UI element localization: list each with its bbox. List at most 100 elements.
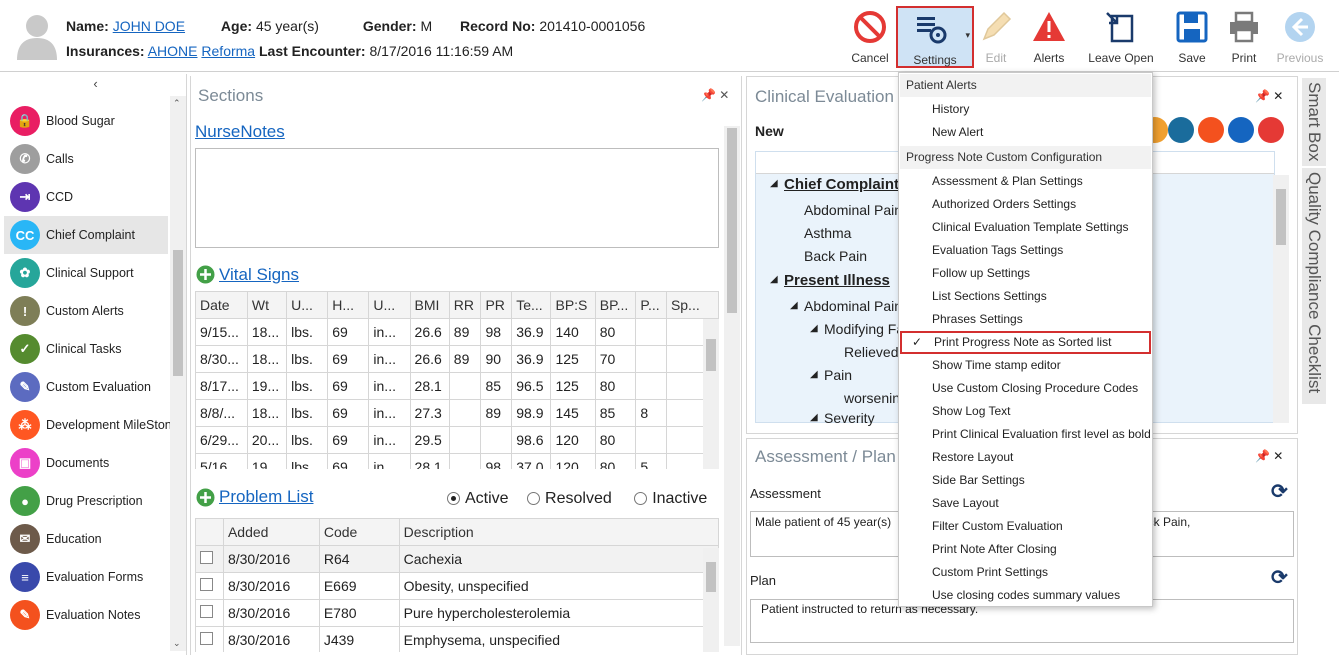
vitals-column-header[interactable]: Te... [511, 291, 552, 319]
menu-item-side-bar-settings[interactable]: Side Bar Settings [900, 469, 1151, 492]
sidebar-item-blood-sugar[interactable]: 🔒 Blood Sugar [4, 102, 168, 140]
menu-item-list-sections-settings[interactable]: List Sections Settings [900, 285, 1151, 308]
problems-column-header[interactable]: Description [398, 518, 719, 546]
sidebar-item-custom-alerts[interactable]: ! Custom Alerts [4, 292, 168, 330]
problems-scroll-thumb[interactable] [706, 562, 716, 592]
vitals-column-header[interactable]: Wt [246, 291, 288, 319]
tree-item[interactable]: Present Illness [784, 272, 890, 289]
tree-expand-icon[interactable]: ◢ [790, 300, 798, 311]
problems-column-header[interactable]: Code [318, 518, 400, 546]
clinical-pin-close-icon[interactable]: 📌 ✕ [1255, 89, 1283, 103]
vitals-scroll-thumb[interactable] [706, 339, 716, 371]
sidebar-item-clinical-support[interactable]: ✿ Clinical Support [4, 254, 168, 292]
tree-item[interactable]: Chief Complaint [784, 176, 899, 193]
tree-item[interactable]: Asthma [804, 225, 851, 241]
menu-item-show-log-text[interactable]: Show Log Text [900, 400, 1151, 423]
sidebar-item-development-mileston[interactable]: ⁂ Development MileSton [4, 406, 172, 444]
sidebar-item-custom-evaluation[interactable]: ✎ Custom Evaluation [4, 368, 168, 406]
vitals-column-header[interactable]: Date [195, 291, 248, 319]
print-button[interactable]: Print [1222, 6, 1266, 68]
row-checkbox[interactable] [200, 605, 213, 618]
menu-item-custom-print-settings[interactable]: Custom Print Settings [900, 561, 1151, 584]
sidebar-item-drug-prescription[interactable]: ● Drug Prescription [4, 482, 168, 520]
menu-item-phrases-settings[interactable]: Phrases Settings [900, 308, 1151, 331]
table-row[interactable]: 5/16 19 lbs 69 in 28.1 98 37.0 120 80 5 [195, 453, 719, 469]
row-checkbox[interactable] [200, 632, 213, 645]
sidebar-item-evaluation-forms[interactable]: ≡ Evaluation Forms [4, 558, 168, 596]
pin-close-icon[interactable]: 📌 ✕ [701, 88, 729, 102]
menu-item-authorized-orders-settings[interactable]: Authorized Orders Settings [900, 193, 1151, 216]
tree-item[interactable]: Abdominal Pain [804, 202, 902, 218]
filter-resolved-radio[interactable]: Resolved [527, 490, 612, 507]
leave-open-button[interactable]: Leave Open [1086, 6, 1156, 68]
menu-item-assessment-plan-settings[interactable]: Assessment & Plan Settings [900, 170, 1151, 193]
add-vital-icon[interactable] [196, 265, 215, 284]
vital-signs-link[interactable]: Vital Signs [219, 265, 299, 285]
vitals-column-header[interactable]: P... [635, 291, 667, 319]
plan-refresh-icon[interactable]: ⟳ [1271, 565, 1288, 590]
table-row[interactable]: 8/30/2016 J439 Emphysema, unspecified [195, 626, 719, 652]
filter-inactive-radio[interactable]: Inactive [634, 490, 707, 507]
tree-item[interactable]: Severity [824, 410, 875, 426]
table-row[interactable]: 9/15... 18... lbs. 69 in... 26.6 89 98 36.9 140 80 [195, 318, 719, 346]
tree-item[interactable]: Back Pain [804, 248, 867, 264]
vitals-column-header[interactable]: PR [480, 291, 513, 319]
table-row[interactable]: 8/17... 19... lbs. 69 in... 28.1 85 96.5 125 80 [195, 372, 719, 400]
table-row[interactable]: 8/8/... 18... lbs. 69 in... 27.3 89 98.9 145 85 8 [195, 399, 719, 427]
sidebar-scroll-thumb[interactable] [173, 250, 183, 376]
menu-item-filter-custom-evaluation[interactable]: Filter Custom Evaluation [900, 515, 1151, 538]
menu-item-follow-up-settings[interactable]: Follow up Settings [900, 262, 1151, 285]
insurance-link-reforma[interactable]: Reforma [201, 43, 255, 59]
tree-expand-icon[interactable]: ◢ [810, 323, 818, 334]
vitals-column-header[interactable]: H... [327, 291, 370, 319]
sidebar-item-evaluation-notes[interactable]: ✎ Evaluation Notes [4, 596, 168, 634]
row-checkbox[interactable] [200, 578, 213, 591]
clinical-scrollbar[interactable] [1273, 175, 1289, 423]
menu-item-save-layout[interactable]: Save Layout [900, 492, 1151, 515]
sections-scroll-thumb[interactable] [727, 128, 737, 313]
vitals-column-header[interactable]: RR [448, 291, 482, 319]
tree-item[interactable]: Pain [824, 367, 852, 383]
problems-scrollbar[interactable] [703, 548, 719, 652]
sidebar-collapse-button[interactable]: ‹ [4, 76, 187, 91]
sidebar-item-clinical-tasks[interactable]: ✓ Clinical Tasks [4, 330, 168, 368]
scroll-down-icon[interactable]: ⌄ [173, 638, 181, 649]
sidebar-item-calls[interactable]: ✆ Calls [4, 140, 168, 178]
menu-item-show-time-stamp-editor[interactable]: Show Time stamp editor [900, 354, 1151, 377]
table-row[interactable]: 6/29... 20... lbs. 69 in... 29.5 98.6 120 80 [195, 426, 719, 454]
table-row[interactable]: 8/30... 18... lbs. 69 in... 26.6 89 90 36.9 125 70 [195, 345, 719, 373]
insurance-link-ahone[interactable]: AHONE [148, 43, 198, 59]
table-row[interactable]: 8/30/2016 R64 Cachexia [195, 545, 719, 573]
menu-item-use-custom-closing-procedure-codes[interactable]: Use Custom Closing Procedure Codes [900, 377, 1151, 400]
clinical-action-icons[interactable] [1153, 115, 1295, 145]
menu-item-print-clinical-evaluation-first-level-as-bold[interactable]: Print Clinical Evaluation first level as… [900, 423, 1151, 446]
vitals-column-header[interactable]: U... [368, 291, 411, 319]
previous-button[interactable]: Previous [1274, 6, 1326, 68]
vitals-column-header[interactable]: Sp... [665, 291, 719, 319]
vitals-column-header[interactable]: BP... [594, 291, 637, 319]
save-button[interactable]: Save [1170, 6, 1214, 68]
menu-item-clinical-evaluation-template-settings[interactable]: Clinical Evaluation Template Settings [900, 216, 1151, 239]
tree-item[interactable]: Abdominal Pain [804, 298, 902, 314]
menu-item-print-note-after-closing[interactable]: Print Note After Closing [900, 538, 1151, 561]
cancel-button[interactable]: Cancel [846, 6, 894, 68]
table-row[interactable]: 8/30/2016 E780 Pure hypercholesterolemia [195, 599, 719, 627]
smart-box-tab[interactable]: Smart Box [1302, 78, 1326, 166]
edit-button[interactable]: Edit [976, 6, 1016, 68]
tree-expand-icon[interactable]: ◢ [810, 412, 818, 423]
vitals-scrollbar[interactable] [703, 319, 719, 469]
tree-item[interactable]: Relieved [844, 344, 898, 360]
vitals-column-header[interactable]: U... [286, 291, 329, 319]
alerts-button[interactable]: Alerts [1026, 6, 1072, 68]
tree-expand-icon[interactable]: ◢ [810, 369, 818, 380]
vitals-column-header[interactable]: BP:S [550, 291, 596, 319]
patient-name-link[interactable]: JOHN DOE [113, 18, 203, 34]
menu-item-print-progress-note-as-sorted-list[interactable]: ✓ Print Progress Note as Sorted list [900, 331, 1151, 354]
tree-expand-icon[interactable]: ◢ [770, 178, 778, 189]
assessment-refresh-icon[interactable]: ⟳ [1271, 479, 1288, 504]
tree-expand-icon[interactable]: ◢ [770, 274, 778, 285]
menu-item-evaluation-tags-settings[interactable]: Evaluation Tags Settings [900, 239, 1151, 262]
sidebar-item-documents[interactable]: ▣ Documents [4, 444, 168, 482]
filter-active-radio[interactable]: Active [447, 490, 509, 507]
menu-item-new-alert[interactable]: New Alert [900, 121, 1151, 144]
